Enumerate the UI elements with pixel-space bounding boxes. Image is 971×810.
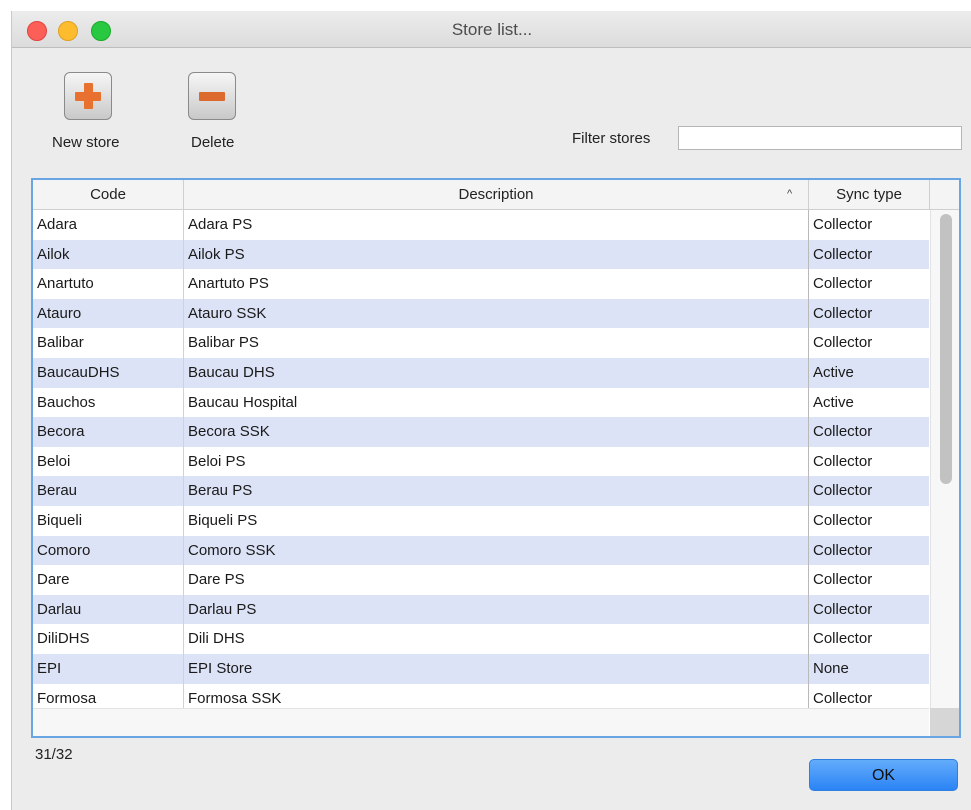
cell-description: Darlau PS [188,600,257,618]
cell-code: BaucauDHS [37,363,120,381]
cell-description: Becora SSK [188,423,270,441]
table-row[interactable]: DiliDHS Dili DHS Collector [33,624,929,654]
cell-description: Biqueli PS [188,511,258,529]
cell-description: Comoro SSK [188,541,276,559]
table-row[interactable]: BaucauDHS Baucau DHS Active [33,357,929,388]
vertical-scrollbar[interactable] [930,210,959,708]
cell-description: Balibar PS [188,334,259,352]
table-row[interactable]: Atauro Atauro SSK Collector [33,298,929,329]
cell-description: Dili DHS [188,630,245,648]
cell-code: Biqueli [37,511,83,529]
delete-label[interactable]: Delete [191,134,234,151]
cell-code: EPI [37,659,62,677]
table-row[interactable]: Balibar Balibar PS Collector [33,328,929,358]
ok-button[interactable]: OK [809,759,958,791]
cell-sync-type: Active [813,393,854,411]
cell-code: Dare [37,571,70,589]
cell-code: DiliDHS [37,630,90,648]
cell-sync-type: Collector [813,541,873,559]
cell-sync-type: Collector [813,304,873,322]
cell-description: Atauro SSK [188,304,267,322]
table-row[interactable]: EPI EPI Store None [33,653,929,684]
column-header-description[interactable]: Description [184,180,809,209]
filter-stores-label: Filter stores [572,130,651,147]
table-row[interactable]: Dare Dare PS Collector [33,565,929,595]
cell-sync-type: Active [813,363,854,381]
cell-code: Atauro [37,304,82,322]
table-header: Code Description ^ Sync type [33,180,959,210]
cell-sync-type: None [813,659,849,677]
cell-sync-type: Collector [813,511,873,529]
cell-description: EPI Store [188,659,253,677]
cell-code: Becora [37,423,85,441]
cell-description: Anartuto PS [188,275,269,293]
new-store-button[interactable] [64,72,112,120]
filter-stores-input[interactable] [678,126,962,150]
store-list-window: Store list... New store Delete Filter st… [11,11,971,810]
scrollbar-thumb[interactable] [940,214,952,484]
cell-sync-type: Collector [813,334,873,352]
store-table: Code Description ^ Sync type Adara Adara … [31,178,961,738]
horizontal-scrollbar[interactable] [33,708,929,736]
cell-code: Ailok [37,245,70,263]
cell-sync-type: Collector [813,245,873,263]
cell-sync-type: Collector [813,216,873,233]
cell-sync-type: Collector [813,275,873,293]
column-header-code[interactable]: Code [33,180,184,209]
cell-description: Adara PS [188,216,253,233]
scrollbar-corner [930,708,959,736]
table-row[interactable]: Darlau Darlau PS Collector [33,594,929,625]
window-title: Store list... [451,20,533,39]
cell-code: Darlau [37,600,82,618]
table-row[interactable]: Ailok Ailok PS Collector [33,239,929,270]
sort-ascending-icon: ^ [787,188,793,200]
cell-sync-type: Collector [813,482,873,500]
cell-code: Adara [37,216,78,233]
record-count: 31/32 [35,746,73,763]
cell-code: Berau [37,482,78,500]
column-divider [183,210,184,708]
title-bar[interactable]: Store list... [12,11,971,48]
cell-sync-type: Collector [813,600,873,618]
cell-code: Bauchos [37,393,96,411]
column-header-sync-type[interactable]: Sync type [809,180,930,209]
cell-sync-type: Collector [813,630,873,648]
minus-icon [199,92,225,101]
delete-store-button[interactable] [188,72,236,120]
new-store-label[interactable]: New store [52,134,120,151]
table-body: Adara Adara PS Collector Ailok Ailok PS Coll… [33,210,929,713]
column-divider [808,210,809,708]
table-row[interactable]: Anartuto Anartuto PS Collector [33,269,929,299]
cell-code: Balibar [37,334,84,352]
cell-description: Beloi PS [188,452,246,470]
cell-code: Comoro [37,541,91,559]
table-row[interactable]: Bauchos Baucau Hospital Active [33,388,929,418]
table-row[interactable]: Beloi Beloi PS Collector [33,447,929,477]
cell-description: Baucau DHS [188,363,275,381]
table-row[interactable]: Comoro Comoro SSK Collector [33,535,929,566]
cell-description: Dare PS [188,571,245,589]
cell-sync-type: Collector [813,452,873,470]
cell-description: Baucau Hospital [188,393,298,411]
table-row[interactable]: Berau Berau PS Collector [33,476,929,506]
cell-sync-type: Collector [813,423,873,441]
cell-description: Ailok PS [188,245,245,263]
table-row[interactable]: Becora Becora SSK Collector [33,417,929,447]
table-row[interactable]: Adara Adara PS Collector [33,210,929,240]
cell-code: Beloi [37,452,71,470]
cell-description: Berau PS [188,482,253,500]
table-row[interactable]: Biqueli Biqueli PS Collector [33,506,929,536]
cell-code: Anartuto [37,275,94,293]
cell-sync-type: Collector [813,571,873,589]
